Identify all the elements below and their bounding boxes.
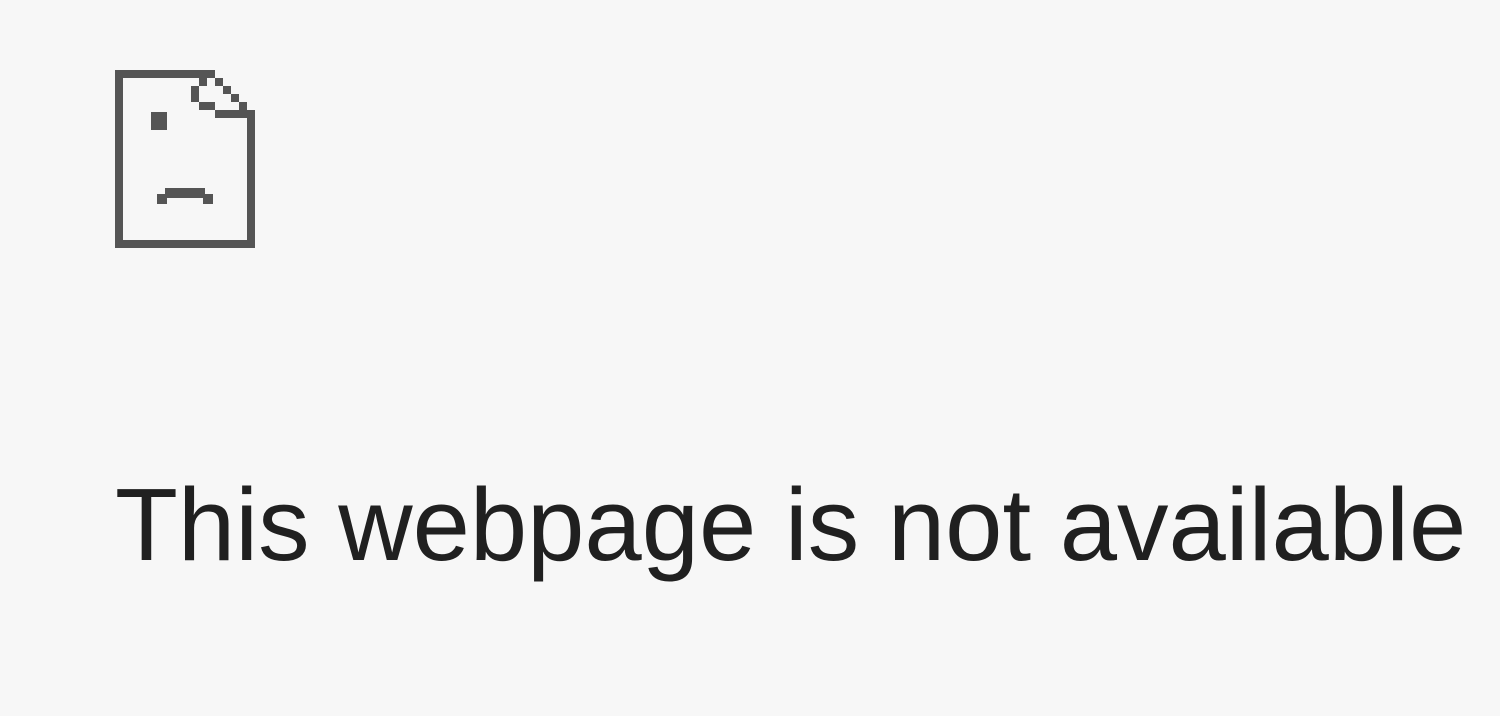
error-page-container: This webpage is not available [0, 0, 1500, 576]
error-heading: This webpage is not available [115, 473, 1500, 576]
sad-file-icon [115, 70, 1500, 248]
